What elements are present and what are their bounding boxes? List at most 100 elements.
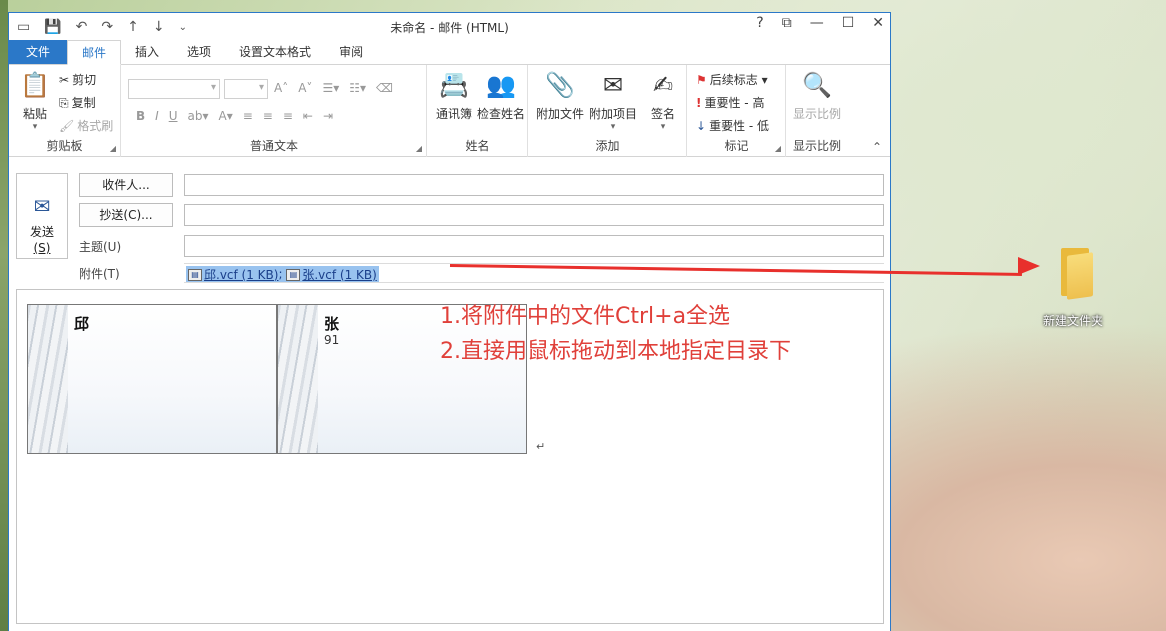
magnifier-icon: 🔍 (802, 71, 832, 99)
font-name-combo[interactable] (128, 79, 220, 99)
indent-icon[interactable]: ⇥ (323, 109, 333, 123)
dialog-launcher-icon[interactable]: ◢ (775, 144, 781, 153)
signature-icon: ✍ (652, 71, 674, 99)
tab-file[interactable]: 文件 (9, 40, 67, 64)
zoom-group-label: 显示比例 (792, 139, 841, 153)
cc-field[interactable] (184, 204, 884, 226)
cut-label: 剪切 (72, 73, 97, 87)
underline-icon[interactable]: U (169, 109, 178, 123)
address-book-label: 通讯簿 (435, 107, 472, 121)
cut-button[interactable]: ✂ 剪切 (59, 71, 96, 88)
to-button[interactable]: 收件人... (79, 173, 173, 197)
low-importance-button[interactable]: ↓ 重要性 - 低 (696, 117, 769, 134)
dialog-launcher-icon[interactable]: ◢ (416, 144, 422, 153)
low-importance-label: 重要性 - 低 (709, 119, 770, 133)
group-tags: ⚑ 后续标志 ▾ ! 重要性 - 高 ↓ 重要性 - 低 标记 ◢ (688, 65, 786, 157)
align-left-icon[interactable]: ≡ (243, 109, 253, 123)
vcard-icon: ▤ (188, 269, 202, 281)
ribbon-tabs: 文件 邮件 插入 选项 设置文本格式 审阅 (9, 40, 890, 65)
group-clipboard: 📋 粘贴 ▾ ✂ 剪切 ⎘ 复制 🖌 格式刷 剪贴板 ◢ (9, 65, 121, 157)
copy-button[interactable]: ⎘ 复制 (59, 94, 96, 111)
attach-item-button[interactable]: ✉ 附加项目 ▾ (587, 69, 639, 132)
tab-format-text[interactable]: 设置文本格式 (225, 40, 325, 64)
folder-label: 新建文件夹 (1042, 314, 1103, 328)
follow-up-button[interactable]: ⚑ 后续标志 ▾ (696, 71, 768, 88)
card-number: 91 (324, 333, 340, 347)
align-center-icon[interactable]: ≡ (263, 109, 273, 123)
desktop-folder[interactable]: 新建文件夹 (1038, 246, 1108, 329)
bold-icon[interactable]: B (136, 109, 145, 123)
clipboard-icon: 📋 (20, 71, 50, 99)
basic-text-group-label: 普通文本 (249, 139, 298, 153)
format-painter-label: 格式刷 (77, 119, 114, 133)
address-book-button[interactable]: 📇 通讯簿 (432, 69, 476, 122)
send-label: 发送 (S) (29, 225, 54, 255)
zoom-label: 显示比例 (792, 107, 841, 121)
high-importance-button[interactable]: ! 重要性 - 高 (696, 94, 764, 111)
tab-message[interactable]: 邮件 (67, 40, 122, 65)
check-names-button[interactable]: 👥 检查姓名 (476, 69, 526, 122)
attach-item-label: 附加项目 (588, 107, 637, 121)
folder-icon (1053, 246, 1093, 300)
window-controls: ? ⧉ — ☐ ✕ (756, 15, 884, 31)
card-name: 张 (324, 315, 340, 333)
attach-file-label: 附加文件 (535, 107, 584, 121)
paste-label: 粘贴 (22, 107, 47, 121)
collapse-ribbon-icon[interactable]: ⌃ (872, 140, 882, 154)
align-right-icon[interactable]: ≡ (283, 109, 293, 123)
grow-font-icon[interactable]: A˄ (274, 81, 288, 95)
attachment-label: 附件(T) (79, 267, 120, 281)
tab-options[interactable]: 选项 (173, 40, 225, 64)
card-pattern (28, 305, 68, 453)
signature-button[interactable]: ✍ 签名 ▾ (643, 69, 683, 132)
clear-format-icon[interactable]: ⌫ (376, 81, 393, 95)
italic-icon[interactable]: I (155, 109, 159, 123)
font-color-icon[interactable]: A▾ (219, 109, 233, 123)
attachment-item[interactable]: 张.vcf (1 KB) (302, 266, 376, 283)
drag-arrow-head-icon (1018, 257, 1040, 275)
address-book-icon: 📇 (439, 71, 469, 99)
tab-review[interactable]: 审阅 (325, 40, 377, 64)
attachment-separator: ; (278, 267, 283, 281)
dialog-launcher-icon[interactable]: ◢ (110, 144, 116, 153)
desktop-left-strip (0, 0, 8, 631)
help-button[interactable]: ? (756, 15, 763, 31)
numbering-icon[interactable]: ☷▾ (349, 81, 366, 95)
check-names-icon: 👥 (486, 71, 516, 99)
paste-button[interactable]: 📋 粘贴 ▾ (15, 69, 55, 132)
font-style-row: B I U ab▾ A▾ ≡ ≡ ≡ ⇤ ⇥ (136, 109, 333, 123)
flag-icon: ⚑ (696, 73, 707, 87)
maximize-button[interactable]: ☐ (842, 15, 855, 31)
vcard-icon: ▤ (286, 269, 301, 281)
group-include: 📎 附加文件 ✉ 附加项目 ▾ ✍ 签名 ▾ 添加 (529, 65, 687, 157)
check-names-label: 检查姓名 (476, 107, 525, 121)
group-basic-text: A˄ A˅ ☰▾ ☷▾ ⌫ B I U ab▾ A▾ ≡ ≡ ≡ ⇤ ⇥ 普通文… (122, 65, 427, 157)
tab-insert[interactable]: 插入 (121, 40, 173, 64)
attachment-selection[interactable]: ▤ 邱.vcf (1 KB) ; ▤ 张.vcf (1 KB) (186, 266, 379, 282)
tags-group-label: 标记 (724, 139, 749, 153)
ribbon: 📋 粘贴 ▾ ✂剪切 ⎘复制 🖌格式刷 剪贴板 ◢ A˄ A˅ ☰▾ ☷▾ ⌫ … (9, 65, 890, 157)
format-painter-button[interactable]: 🖌 格式刷 (59, 117, 113, 134)
ribbon-display-button[interactable]: ⧉ (782, 15, 792, 31)
text-size-row: A˄ A˅ ☰▾ ☷▾ ⌫ (274, 81, 393, 95)
attach-file-button[interactable]: 📎 附加文件 (535, 69, 585, 122)
send-button[interactable]: ✉ 发送 (S) (16, 173, 68, 259)
business-card: 邱 (27, 304, 277, 454)
exclamation-icon: ! (696, 96, 702, 110)
group-zoom: 🔍 显示比例 显示比例 (787, 65, 847, 157)
close-button[interactable]: ✕ (872, 15, 884, 31)
font-size-combo[interactable] (224, 79, 268, 99)
to-field[interactable] (184, 174, 884, 196)
shrink-font-icon[interactable]: A˅ (298, 81, 312, 95)
zoom-button[interactable]: 🔍 显示比例 (789, 69, 845, 122)
envelope-icon: ✉ (602, 71, 624, 99)
attachment-item[interactable]: 邱.vcf (1 KB) (204, 266, 278, 283)
minimize-button[interactable]: — (810, 15, 824, 31)
highlight-icon[interactable]: ab▾ (188, 109, 209, 123)
cc-button[interactable]: 抄送(C)... (79, 203, 173, 227)
outdent-icon[interactable]: ⇤ (303, 109, 313, 123)
card-name: 邱 (74, 315, 90, 333)
annotation-line-1: 1.将附件中的文件Ctrl+a全选 (440, 304, 731, 329)
bullets-icon[interactable]: ☰▾ (322, 81, 339, 95)
subject-field[interactable] (184, 235, 884, 257)
